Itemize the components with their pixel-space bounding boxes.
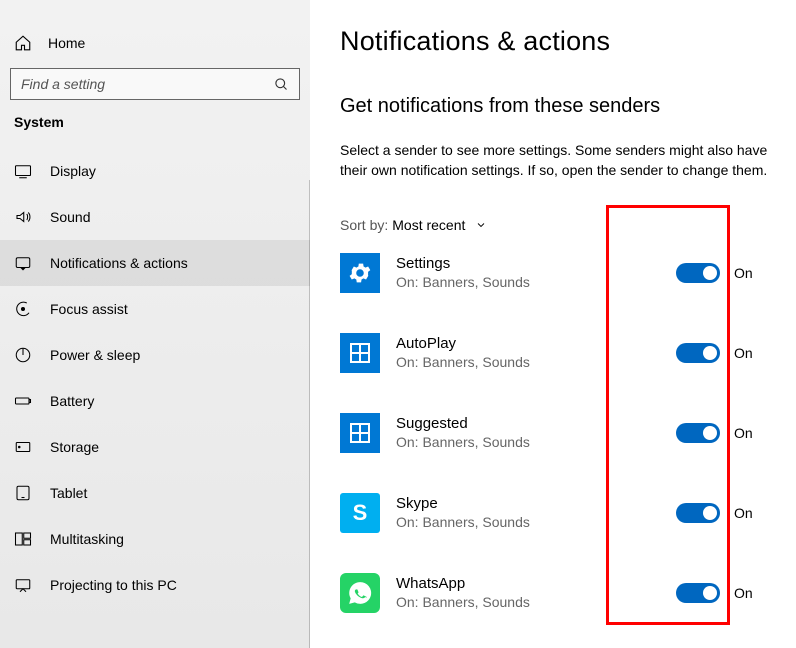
toggle-column: On bbox=[676, 263, 772, 283]
sender-name: Suggested bbox=[396, 415, 660, 432]
sidebar-item-label: Notifications & actions bbox=[50, 255, 188, 271]
search-input[interactable] bbox=[21, 76, 274, 92]
search-input-wrap[interactable] bbox=[10, 68, 300, 100]
whatsapp-icon bbox=[340, 573, 380, 613]
sidebar-item-multitasking[interactable]: Multitasking bbox=[0, 516, 310, 562]
sender-name: WhatsApp bbox=[396, 575, 660, 592]
sidebar-item-projecting-to-this-pc[interactable]: Projecting to this PC bbox=[0, 562, 310, 608]
tiles-icon bbox=[340, 413, 380, 453]
tablet-icon bbox=[14, 484, 32, 502]
multitask-icon bbox=[14, 530, 32, 548]
sender-subtitle: On: Banners, Sounds bbox=[396, 354, 660, 370]
home-button[interactable]: Home bbox=[0, 22, 310, 62]
sender-name: Skype bbox=[396, 495, 660, 512]
sidebar-item-label: Projecting to this PC bbox=[50, 577, 177, 593]
sender-row-whatsapp[interactable]: WhatsApp On: Banners, Sounds On bbox=[340, 573, 772, 613]
chevron-down-icon bbox=[475, 219, 487, 231]
sidebar-item-notifications-actions[interactable]: Notifications & actions bbox=[0, 240, 310, 286]
sidebar-item-focus-assist[interactable]: Focus assist bbox=[0, 286, 310, 332]
home-icon bbox=[14, 34, 32, 52]
battery-icon bbox=[14, 392, 32, 410]
sender-subtitle: On: Banners, Sounds bbox=[396, 594, 660, 610]
sender-text: WhatsApp On: Banners, Sounds bbox=[396, 575, 660, 610]
toggle-label: On bbox=[734, 345, 753, 361]
sidebar-item-storage[interactable]: Storage bbox=[0, 424, 310, 470]
sidebar-item-power-sleep[interactable]: Power & sleep bbox=[0, 332, 310, 378]
sender-text: AutoPlay On: Banners, Sounds bbox=[396, 335, 660, 370]
toggle-column: On bbox=[676, 423, 772, 443]
toggle-switch[interactable] bbox=[676, 263, 720, 283]
settings-sidebar: Home System Display Sound Notifications & … bbox=[0, 0, 310, 648]
sender-name: AutoPlay bbox=[396, 335, 660, 352]
home-label: Home bbox=[48, 35, 85, 51]
toggle-label: On bbox=[734, 505, 753, 521]
toggle-label: On bbox=[734, 265, 753, 281]
toggle-column: On bbox=[676, 343, 772, 363]
sender-subtitle: On: Banners, Sounds bbox=[396, 274, 660, 290]
toggle-switch[interactable] bbox=[676, 583, 720, 603]
sidebar-section-label: System bbox=[0, 114, 310, 148]
skype-icon: S bbox=[340, 493, 380, 533]
sender-list: Settings On: Banners, Sounds On AutoPlay… bbox=[340, 253, 772, 613]
search-icon bbox=[274, 77, 289, 92]
sender-text: Suggested On: Banners, Sounds bbox=[396, 415, 660, 450]
project-icon bbox=[14, 576, 32, 594]
sender-text: Skype On: Banners, Sounds bbox=[396, 495, 660, 530]
toggle-label: On bbox=[734, 585, 753, 601]
notification-icon bbox=[14, 254, 32, 272]
sidebar-item-label: Multitasking bbox=[50, 531, 124, 547]
power-icon bbox=[14, 346, 32, 364]
sender-subtitle: On: Banners, Sounds bbox=[396, 434, 660, 450]
section-title: Get notifications from these senders bbox=[340, 95, 772, 118]
storage-icon bbox=[14, 438, 32, 456]
toggle-column: On bbox=[676, 583, 772, 603]
sidebar-item-label: Tablet bbox=[50, 485, 87, 501]
page-title: Notifications & actions bbox=[340, 26, 772, 57]
toggle-switch[interactable] bbox=[676, 423, 720, 443]
sidebar-item-label: Storage bbox=[50, 439, 99, 455]
sender-row-skype[interactable]: S Skype On: Banners, Sounds On bbox=[340, 493, 772, 533]
sort-by-label: Sort by: bbox=[340, 217, 388, 233]
sender-row-autoplay[interactable]: AutoPlay On: Banners, Sounds On bbox=[340, 333, 772, 373]
sender-text: Settings On: Banners, Sounds bbox=[396, 255, 660, 290]
sidebar-item-battery[interactable]: Battery bbox=[0, 378, 310, 424]
sidebar-item-label: Focus assist bbox=[50, 301, 128, 317]
sidebar-item-sound[interactable]: Sound bbox=[0, 194, 310, 240]
sort-by-value: Most recent bbox=[392, 217, 465, 233]
main-panel: Notifications & actions Get notification… bbox=[310, 0, 796, 648]
sound-icon bbox=[14, 208, 32, 226]
sidebar-nav-list: Display Sound Notifications & actions Focus… bbox=[0, 148, 310, 608]
sender-row-settings[interactable]: Settings On: Banners, Sounds On bbox=[340, 253, 772, 293]
gear-icon bbox=[340, 253, 380, 293]
search-container bbox=[10, 68, 300, 100]
sidebar-item-label: Power & sleep bbox=[50, 347, 140, 363]
sidebar-item-label: Display bbox=[50, 163, 96, 179]
display-icon bbox=[14, 162, 32, 180]
toggle-label: On bbox=[734, 425, 753, 441]
toggle-switch[interactable] bbox=[676, 503, 720, 523]
toggle-column: On bbox=[676, 503, 772, 523]
sidebar-item-display[interactable]: Display bbox=[0, 148, 310, 194]
sender-row-suggested[interactable]: Suggested On: Banners, Sounds On bbox=[340, 413, 772, 453]
focus-icon bbox=[14, 300, 32, 318]
sender-subtitle: On: Banners, Sounds bbox=[396, 514, 660, 530]
section-description: Select a sender to see more settings. So… bbox=[340, 140, 770, 181]
sidebar-item-label: Sound bbox=[50, 209, 90, 225]
sidebar-item-tablet[interactable]: Tablet bbox=[0, 470, 310, 516]
sender-name: Settings bbox=[396, 255, 660, 272]
sidebar-item-label: Battery bbox=[50, 393, 94, 409]
toggle-switch[interactable] bbox=[676, 343, 720, 363]
sort-by-row[interactable]: Sort by: Most recent bbox=[340, 217, 772, 233]
tiles-icon bbox=[340, 333, 380, 373]
